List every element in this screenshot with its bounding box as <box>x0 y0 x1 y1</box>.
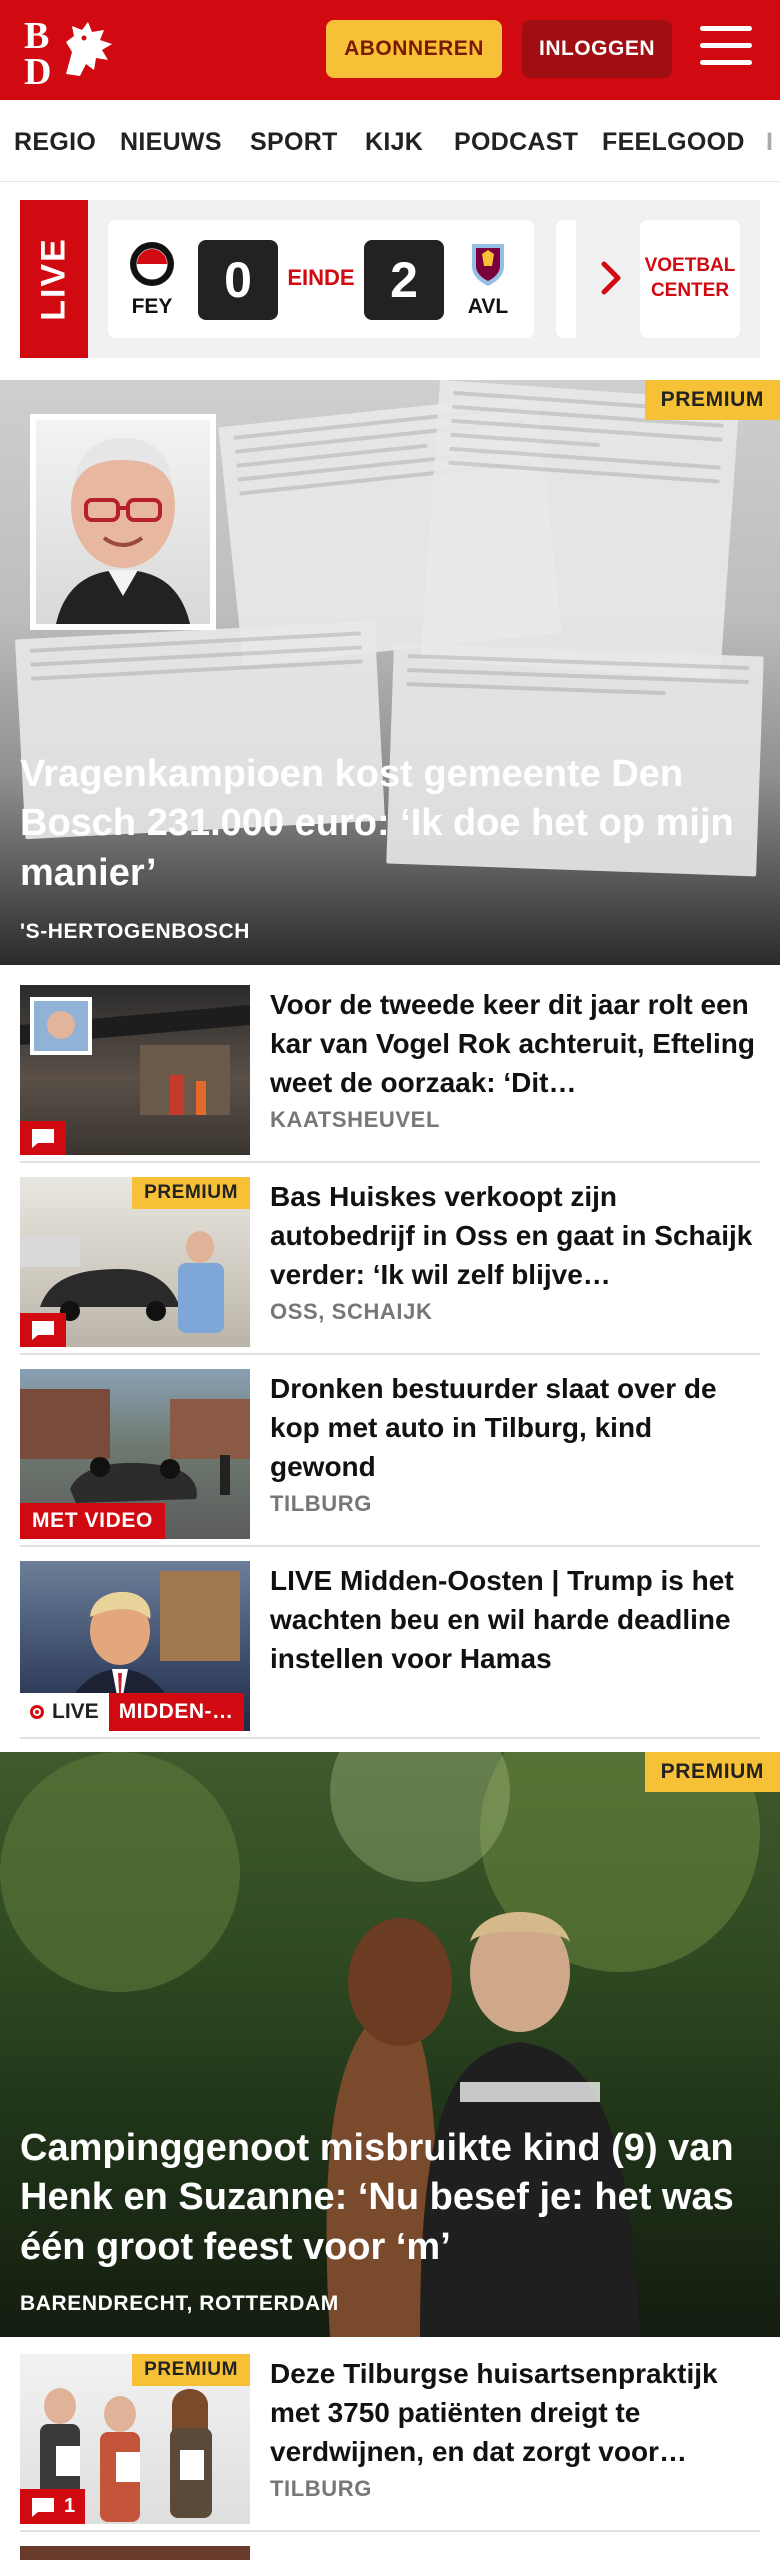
list-item[interactable]: LIVE MIDDEN-… LIVE Midden-Oosten | Trump… <box>20 1561 760 1739</box>
hero-2-title[interactable]: Campinggenoot misbruikte kind (9) van He… <box>20 2124 760 2272</box>
voetbal-center-label-1: VOETBAL <box>644 255 736 277</box>
home-club: FEY <box>122 240 182 319</box>
away-team-abbr: AVL <box>467 295 509 318</box>
hero-2-location: BARENDRECHT, ROTTERDAM <box>20 2292 339 2315</box>
article-thumbnail: PREMIUM <box>20 1177 250 1347</box>
login-button[interactable]: INLOGGEN <box>522 20 672 78</box>
article-thumbnail <box>20 2546 250 2560</box>
nav-item-kijk[interactable]: KIJK <box>365 128 423 157</box>
live-badge-label: LIVE <box>52 1700 99 1723</box>
voetbal-center-link[interactable]: VOETBAL CENTER <box>640 220 740 338</box>
nav-item-nieuws[interactable]: NIEUWS <box>120 128 222 157</box>
article-thumbnail: LIVE MIDDEN-… <box>20 1561 250 1731</box>
live-topic-badge: LIVE MIDDEN-… <box>20 1693 244 1731</box>
nav-item-regio[interactable]: REGIO <box>14 128 96 157</box>
comment-count: 1 <box>64 2495 76 2517</box>
home-score: 0 <box>198 240 278 320</box>
article-thumbnail <box>20 985 250 1155</box>
article-title[interactable]: Bas Huiskes verkoopt zijn autobedrijf in… <box>270 1177 760 1295</box>
section-nav: REGIO NIEUWS SPORT KIJK PODCAST FEELGOOD… <box>0 100 780 182</box>
video-badge: MET VIDEO <box>20 1503 165 1539</box>
list-item[interactable]: PREMIUM Bas Huiskes verkoopt zijn autobe… <box>20 1177 760 1355</box>
list-item[interactable]: PREMIUM 1 Deze Tilburgse huisartsenprak­… <box>20 2354 760 2532</box>
menu-icon[interactable] <box>700 26 752 72</box>
article-location: TILBURG <box>270 1491 372 1516</box>
nav-item-overflow[interactable]: I <box>766 128 773 157</box>
feyenoord-crest-icon <box>130 242 174 286</box>
match-status: EINDE <box>287 265 355 290</box>
list-item-peek[interactable] <box>20 2546 760 2560</box>
top-bar: B D ABONNEREN INLOGGEN <box>0 0 780 100</box>
chevron-right-icon[interactable] <box>592 248 632 308</box>
article-title[interactable]: Dronken bestuurder slaat over de kop met… <box>270 1369 760 1487</box>
hero-1-location: 'S-HERTOGENBOSCH <box>20 920 251 943</box>
nav-item-feelgood[interactable]: FEELGOOD <box>602 128 745 157</box>
live-scores-strip: LIVE FEY 0 EINDE 2 AVL VOETBAL CENTER <box>20 200 760 358</box>
voetbal-center-label-2: CENTER <box>650 280 730 301</box>
next-card-stub[interactable] <box>556 220 576 338</box>
comment-icon <box>32 1129 54 1148</box>
list-item[interactable]: MET VIDEO Dronken bestuurder slaat over … <box>20 1369 760 1547</box>
portrait-photo <box>56 438 190 624</box>
comment-icon <box>32 1321 54 1340</box>
premium-badge: PREMIUM <box>132 1177 250 1209</box>
article-title[interactable]: Voor de tweede keer dit jaar rolt een ka… <box>270 985 760 1103</box>
svg-text:D: D <box>24 51 51 86</box>
article-location: KAATSHEUVEL <box>270 1107 440 1132</box>
article-thumbnail: MET VIDEO <box>20 1369 250 1539</box>
live-label: LIVE <box>20 200 88 358</box>
comments-badge[interactable] <box>20 1121 66 1155</box>
live-topic-label: MIDDEN-… <box>108 1693 244 1731</box>
hero-article-1[interactable]: PREMIUM Vragenkampioen kost gemeente Den… <box>0 380 780 965</box>
away-score: 2 <box>364 240 444 320</box>
aston-villa-crest-icon <box>472 244 504 286</box>
document-image-2 <box>420 380 740 681</box>
home-team-abbr: FEY <box>131 295 173 318</box>
comment-icon <box>32 2497 54 2517</box>
article-location: OSS, SCHAIJK <box>270 1299 433 1324</box>
premium-badge: PREMIUM <box>132 2354 250 2386</box>
live-dot-icon <box>30 1705 44 1719</box>
article-location: TILBURG <box>270 2476 372 2501</box>
list-item[interactable]: Voor de tweede keer dit jaar rolt een ka… <box>20 985 760 1163</box>
comments-badge[interactable]: 1 <box>20 2489 86 2524</box>
away-club: AVL <box>458 240 518 319</box>
hero-1-title[interactable]: Vragenkampioen kost gemeente Den Bosch 2… <box>20 750 760 898</box>
nav-item-sport[interactable]: SPORT <box>250 128 338 157</box>
author-portrait <box>30 414 216 630</box>
article-title[interactable]: LIVE Midden-Oosten | Trump is het wachte… <box>270 1561 760 1679</box>
article-title[interactable]: Deze Tilburgse huisartsenprak­tijk met 3… <box>270 2354 760 2472</box>
nav-item-podcast[interactable]: PODCAST <box>454 128 578 157</box>
hero-article-2[interactable]: PREMIUM Campinggenoot misbruikte kind (9… <box>0 1752 780 2337</box>
premium-badge: PREMIUM <box>644 1752 780 1792</box>
premium-badge: PREMIUM <box>644 380 780 420</box>
bd-logo[interactable]: B D <box>22 14 118 86</box>
article-thumbnail: PREMIUM 1 <box>20 2354 250 2524</box>
comments-badge[interactable] <box>20 1313 66 1347</box>
match-card[interactable]: FEY 0 EINDE 2 AVL <box>108 220 534 338</box>
subscribe-button[interactable]: ABONNEREN <box>326 20 502 78</box>
